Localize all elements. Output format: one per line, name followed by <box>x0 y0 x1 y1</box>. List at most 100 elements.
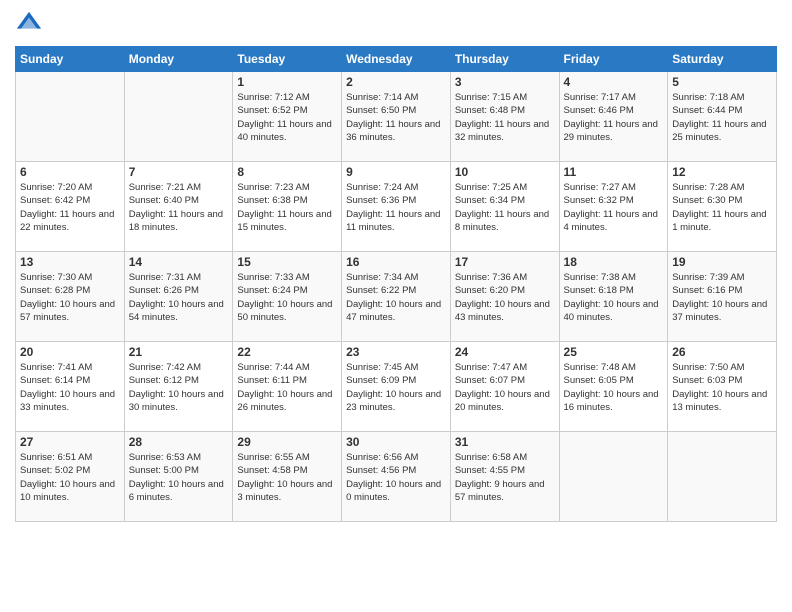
calendar-cell <box>668 432 777 522</box>
day-number: 30 <box>346 435 446 449</box>
day-number: 14 <box>129 255 229 269</box>
day-number: 15 <box>237 255 337 269</box>
day-number: 21 <box>129 345 229 359</box>
day-number: 9 <box>346 165 446 179</box>
week-row-3: 13 Sunrise: 7:30 AM Sunset: 6:28 PM Dayli… <box>16 252 777 342</box>
day-info: Sunrise: 7:14 AM Sunset: 6:50 PM Dayligh… <box>346 91 446 144</box>
calendar-cell: 29 Sunrise: 6:55 AM Sunset: 4:58 PM Dayli… <box>233 432 342 522</box>
day-header-friday: Friday <box>559 47 668 72</box>
day-number: 12 <box>672 165 772 179</box>
day-info: Sunrise: 7:23 AM Sunset: 6:38 PM Dayligh… <box>237 181 337 234</box>
day-info: Sunrise: 7:17 AM Sunset: 6:46 PM Dayligh… <box>564 91 664 144</box>
day-info: Sunrise: 7:18 AM Sunset: 6:44 PM Dayligh… <box>672 91 772 144</box>
day-number: 11 <box>564 165 664 179</box>
calendar-cell <box>559 432 668 522</box>
day-info: Sunrise: 7:20 AM Sunset: 6:42 PM Dayligh… <box>20 181 120 234</box>
day-number: 26 <box>672 345 772 359</box>
day-header-tuesday: Tuesday <box>233 47 342 72</box>
week-row-4: 20Sunrise: 7:41 AM Sunset: 6:14 PM Dayli… <box>16 342 777 432</box>
calendar-cell: 27 Sunrise: 6:51 AM Sunset: 5:02 PM Dayli… <box>16 432 125 522</box>
day-number: 24 <box>455 345 555 359</box>
calendar-cell: 9 Sunrise: 7:24 AM Sunset: 6:36 PM Daylig… <box>342 162 451 252</box>
calendar-cell: 20Sunrise: 7:41 AM Sunset: 6:14 PM Dayli… <box>16 342 125 432</box>
calendar-cell: 15 Sunrise: 7:33 AM Sunset: 6:24 PM Dayli… <box>233 252 342 342</box>
day-info: Sunrise: 7:12 AM Sunset: 6:52 PM Dayligh… <box>237 91 337 144</box>
day-info: Sunrise: 6:58 AM Sunset: 4:55 PM Dayligh… <box>455 451 555 504</box>
day-header-sunday: Sunday <box>16 47 125 72</box>
logo <box>15 10 47 38</box>
day-number: 2 <box>346 75 446 89</box>
week-row-1: 1 Sunrise: 7:12 AM Sunset: 6:52 PM Daylig… <box>16 72 777 162</box>
calendar-cell: 12 Sunrise: 7:28 AM Sunset: 6:30 PM Dayli… <box>668 162 777 252</box>
day-info: Sunrise: 6:55 AM Sunset: 4:58 PM Dayligh… <box>237 451 337 504</box>
calendar-cell: 24 Sunrise: 7:47 AM Sunset: 6:07 PM Dayli… <box>450 342 559 432</box>
header-row: SundayMondayTuesdayWednesdayThursdayFrid… <box>16 47 777 72</box>
day-info: Sunrise: 7:34 AM Sunset: 6:22 PM Dayligh… <box>346 271 446 324</box>
day-info: Sunrise: 7:50 AM Sunset: 6:03 PM Dayligh… <box>672 361 772 414</box>
day-number: 3 <box>455 75 555 89</box>
day-number: 31 <box>455 435 555 449</box>
calendar-cell: 4Sunrise: 7:17 AM Sunset: 6:46 PM Daylig… <box>559 72 668 162</box>
day-info: Sunrise: 7:31 AM Sunset: 6:26 PM Dayligh… <box>129 271 229 324</box>
calendar-cell: 30 Sunrise: 6:56 AM Sunset: 4:56 PM Dayli… <box>342 432 451 522</box>
calendar-cell: 22Sunrise: 7:44 AM Sunset: 6:11 PM Dayli… <box>233 342 342 432</box>
calendar-cell: 26 Sunrise: 7:50 AM Sunset: 6:03 PM Dayli… <box>668 342 777 432</box>
day-header-thursday: Thursday <box>450 47 559 72</box>
day-header-wednesday: Wednesday <box>342 47 451 72</box>
day-info: Sunrise: 7:38 AM Sunset: 6:18 PM Dayligh… <box>564 271 664 324</box>
day-info: Sunrise: 6:56 AM Sunset: 4:56 PM Dayligh… <box>346 451 446 504</box>
logo-icon <box>15 10 43 38</box>
day-number: 7 <box>129 165 229 179</box>
day-header-monday: Monday <box>124 47 233 72</box>
day-number: 29 <box>237 435 337 449</box>
day-info: Sunrise: 7:28 AM Sunset: 6:30 PM Dayligh… <box>672 181 772 234</box>
day-number: 25 <box>564 345 664 359</box>
week-row-2: 6 Sunrise: 7:20 AM Sunset: 6:42 PM Daylig… <box>16 162 777 252</box>
day-number: 27 <box>20 435 120 449</box>
day-info: Sunrise: 7:48 AM Sunset: 6:05 PM Dayligh… <box>564 361 664 414</box>
day-number: 19 <box>672 255 772 269</box>
calendar-cell: 10 Sunrise: 7:25 AM Sunset: 6:34 PM Dayli… <box>450 162 559 252</box>
day-info: Sunrise: 7:24 AM Sunset: 6:36 PM Dayligh… <box>346 181 446 234</box>
calendar-cell <box>16 72 125 162</box>
day-info: Sunrise: 7:25 AM Sunset: 6:34 PM Dayligh… <box>455 181 555 234</box>
day-info: Sunrise: 7:44 AM Sunset: 6:11 PM Dayligh… <box>237 361 337 414</box>
day-info: Sunrise: 6:51 AM Sunset: 5:02 PM Dayligh… <box>20 451 120 504</box>
day-info: Sunrise: 7:36 AM Sunset: 6:20 PM Dayligh… <box>455 271 555 324</box>
calendar-cell: 18 Sunrise: 7:38 AM Sunset: 6:18 PM Dayli… <box>559 252 668 342</box>
day-info: Sunrise: 7:47 AM Sunset: 6:07 PM Dayligh… <box>455 361 555 414</box>
day-number: 1 <box>237 75 337 89</box>
day-info: Sunrise: 6:53 AM Sunset: 5:00 PM Dayligh… <box>129 451 229 504</box>
calendar-cell: 6 Sunrise: 7:20 AM Sunset: 6:42 PM Daylig… <box>16 162 125 252</box>
calendar-cell: 25 Sunrise: 7:48 AM Sunset: 6:05 PM Dayli… <box>559 342 668 432</box>
day-number: 23 <box>346 345 446 359</box>
day-info: Sunrise: 7:33 AM Sunset: 6:24 PM Dayligh… <box>237 271 337 324</box>
calendar-cell: 11 Sunrise: 7:27 AM Sunset: 6:32 PM Dayli… <box>559 162 668 252</box>
day-number: 13 <box>20 255 120 269</box>
calendar-cell: 17 Sunrise: 7:36 AM Sunset: 6:20 PM Dayli… <box>450 252 559 342</box>
week-row-5: 27 Sunrise: 6:51 AM Sunset: 5:02 PM Dayli… <box>16 432 777 522</box>
calendar-cell: 5 Sunrise: 7:18 AM Sunset: 6:44 PM Daylig… <box>668 72 777 162</box>
day-number: 17 <box>455 255 555 269</box>
calendar-cell: 13 Sunrise: 7:30 AM Sunset: 6:28 PM Dayli… <box>16 252 125 342</box>
calendar-cell: 21 Sunrise: 7:42 AM Sunset: 6:12 PM Dayli… <box>124 342 233 432</box>
day-info: Sunrise: 7:39 AM Sunset: 6:16 PM Dayligh… <box>672 271 772 324</box>
day-number: 18 <box>564 255 664 269</box>
calendar-cell <box>124 72 233 162</box>
calendar-cell: 23 Sunrise: 7:45 AM Sunset: 6:09 PM Dayli… <box>342 342 451 432</box>
day-info: Sunrise: 7:27 AM Sunset: 6:32 PM Dayligh… <box>564 181 664 234</box>
calendar-cell: 19 Sunrise: 7:39 AM Sunset: 6:16 PM Dayli… <box>668 252 777 342</box>
day-number: 8 <box>237 165 337 179</box>
day-info: Sunrise: 7:42 AM Sunset: 6:12 PM Dayligh… <box>129 361 229 414</box>
calendar-cell: 28Sunrise: 6:53 AM Sunset: 5:00 PM Dayli… <box>124 432 233 522</box>
calendar-cell: 2 Sunrise: 7:14 AM Sunset: 6:50 PM Daylig… <box>342 72 451 162</box>
calendar-cell: 8 Sunrise: 7:23 AM Sunset: 6:38 PM Daylig… <box>233 162 342 252</box>
page-header <box>15 10 777 38</box>
day-number: 20 <box>20 345 120 359</box>
day-info: Sunrise: 7:45 AM Sunset: 6:09 PM Dayligh… <box>346 361 446 414</box>
day-info: Sunrise: 7:30 AM Sunset: 6:28 PM Dayligh… <box>20 271 120 324</box>
calendar-cell: 31 Sunrise: 6:58 AM Sunset: 4:55 PM Dayli… <box>450 432 559 522</box>
day-number: 10 <box>455 165 555 179</box>
day-number: 6 <box>20 165 120 179</box>
day-number: 5 <box>672 75 772 89</box>
